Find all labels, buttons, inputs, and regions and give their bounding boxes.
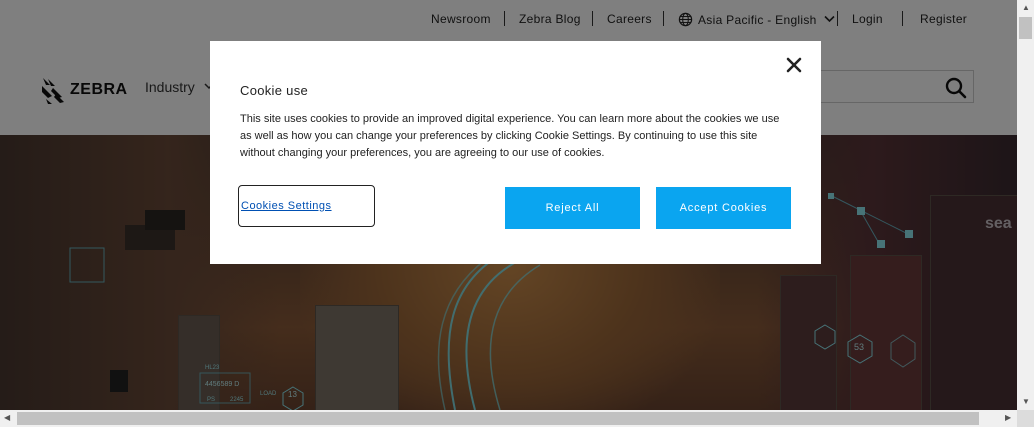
scroll-down-icon[interactable]: ▼ [1022,398,1030,406]
close-icon[interactable] [785,56,803,74]
vertical-scrollbar[interactable]: ▲ ▼ [1017,0,1034,410]
accept-cookies-button[interactable]: Accept Cookies [656,187,791,229]
page: Newsroom Zebra Blog Careers Asia Pacific… [0,0,1017,410]
reject-all-button[interactable]: Reject All [505,187,640,229]
horizontal-scroll-thumb[interactable] [17,412,979,425]
cookies-settings-label: Cookies Settings [241,200,332,212]
dialog-body: This site uses cookies to provide an imp… [240,113,780,159]
scroll-left-icon[interactable]: ◀ [4,414,10,422]
cookie-dialog: Cookie use This site uses cookies to pro… [210,41,821,264]
scroll-up-icon[interactable]: ▲ [1022,4,1030,12]
cookies-settings-button[interactable]: Cookies Settings [238,185,375,227]
scrollbar-corner [1017,410,1034,427]
scroll-right-icon[interactable]: ▶ [1005,414,1011,422]
dialog-title: Cookie use [240,83,309,98]
horizontal-scrollbar[interactable]: ◀ ▶ [0,410,1017,427]
vertical-scroll-thumb[interactable] [1019,17,1032,39]
